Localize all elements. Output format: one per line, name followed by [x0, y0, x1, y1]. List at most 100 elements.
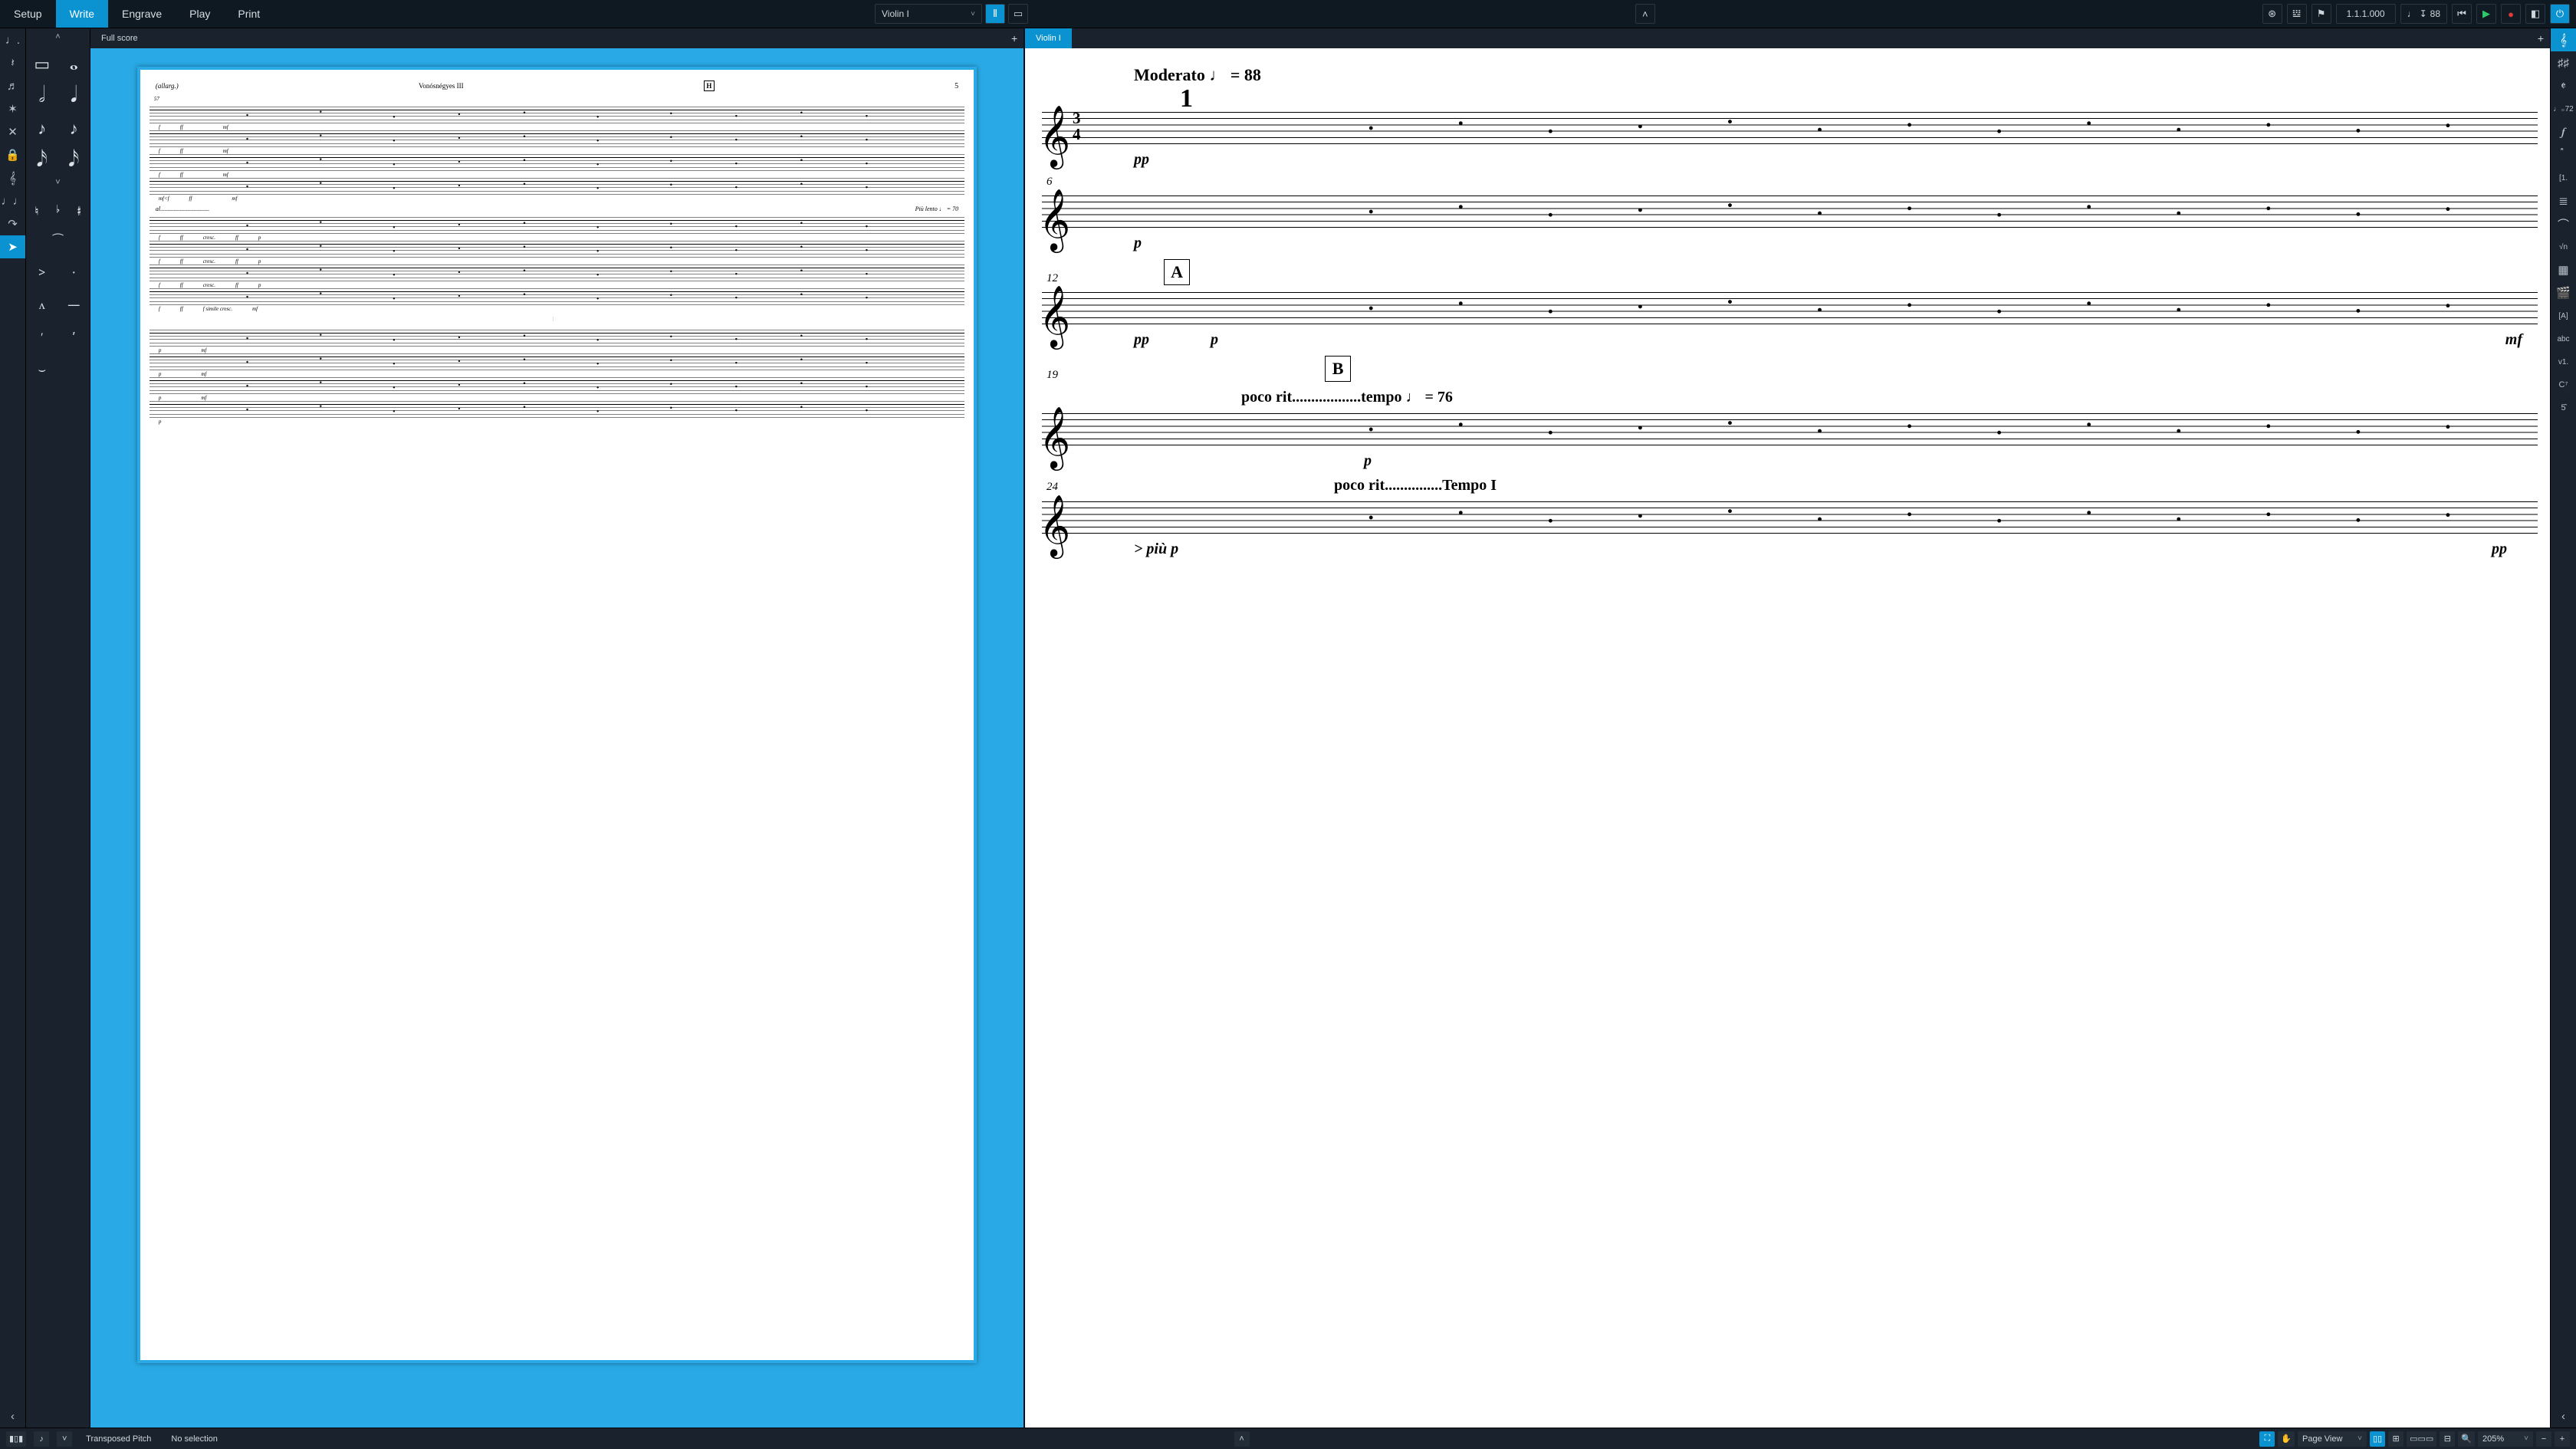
- play-button[interactable]: ▶: [2476, 4, 2496, 24]
- lyrics-panel-icon[interactable]: v1.: [2551, 350, 2576, 373]
- lower-panel-toggle[interactable]: ˄: [1234, 1431, 1250, 1447]
- grace-note-tool[interactable]: ♬: [0, 74, 25, 97]
- staff[interactable]: [150, 217, 964, 234]
- staff[interactable]: [150, 241, 964, 258]
- repeats-panel-icon[interactable]: [1.: [2551, 166, 2576, 189]
- part-page[interactable]: Moderato ♩ = 88 1 pp 6 p 12 A: [1025, 48, 2550, 1428]
- tab-single-button[interactable]: ▭: [1008, 4, 1028, 24]
- dur-quarter[interactable]: 𝅘𝅥: [58, 77, 90, 110]
- dur-64th[interactable]: 𝅘𝅥𝅯: [58, 142, 90, 174]
- tab-violin-1[interactable]: Violin I: [1025, 28, 1072, 48]
- dur-16th[interactable]: ♪: [58, 110, 90, 142]
- artic-staccatissimo[interactable]: ′: [26, 320, 58, 352]
- artic-blank[interactable]: [58, 352, 90, 384]
- staff[interactable]: [150, 130, 964, 147]
- staff[interactable]: [150, 353, 964, 370]
- power-button[interactable]: ⏻: [2550, 4, 2570, 24]
- insert-mode-icon[interactable]: ▮▯▮: [6, 1431, 26, 1447]
- panel-chevron-button[interactable]: ˄: [1635, 4, 1655, 24]
- rehearsal-panel-icon[interactable]: [A]: [2551, 304, 2576, 327]
- dur-breve[interactable]: ▭: [26, 45, 58, 77]
- lines-panel-icon[interactable]: ▦: [2551, 258, 2576, 281]
- staff[interactable]: [150, 377, 964, 394]
- video-icon[interactable]: ⊛: [2262, 4, 2282, 24]
- part-staff-1[interactable]: [1042, 112, 2538, 144]
- holds-panel-icon[interactable]: ⌒: [2551, 212, 2576, 235]
- hand-tool-icon[interactable]: ✋: [2278, 1431, 2295, 1447]
- dotted-note-tool[interactable]: ♩.: [0, 28, 25, 51]
- right-rail-collapse[interactable]: ‹: [2551, 1405, 2576, 1428]
- select-tool[interactable]: ➤: [0, 235, 25, 258]
- mode-setup[interactable]: Setup: [0, 0, 56, 28]
- acc-sharp[interactable]: ♯: [68, 191, 90, 223]
- playing-tech-panel-icon[interactable]: √n: [2551, 235, 2576, 258]
- dur-eighth[interactable]: ♪: [26, 110, 58, 142]
- page-vertical-icon[interactable]: ⊟: [2440, 1431, 2455, 1447]
- staff[interactable]: [150, 178, 964, 195]
- transport-flag-icon[interactable]: ⚑: [2312, 4, 2331, 24]
- rewind-button[interactable]: ⏮: [2452, 4, 2472, 24]
- marquee-tool-icon[interactable]: ⛶: [2259, 1431, 2275, 1447]
- part-staff-4[interactable]: [1042, 413, 2538, 445]
- page-gallery-icon[interactable]: ⊞: [2388, 1431, 2404, 1447]
- lock-tool[interactable]: 🔒: [0, 143, 25, 166]
- dynamics-panel-icon[interactable]: 𝆑: [2551, 120, 2576, 143]
- ornaments-panel-icon[interactable]: 𝆪: [2551, 143, 2576, 166]
- rest-tool[interactable]: 𝄽: [0, 51, 25, 74]
- mode-write[interactable]: Write: [56, 0, 108, 28]
- tempo-panel-icon[interactable]: ♩₌72: [2551, 97, 2576, 120]
- staff[interactable]: [150, 154, 964, 171]
- acc-natural[interactable]: ♮: [26, 191, 48, 223]
- beam-tool[interactable]: ♩♩: [0, 189, 25, 212]
- scissors-tool[interactable]: ✕: [0, 120, 25, 143]
- part-staff-3[interactable]: [1042, 292, 2538, 324]
- voice-note-icon[interactable]: ♪: [34, 1431, 49, 1447]
- artic-fermata-like[interactable]: ⌣: [26, 352, 58, 384]
- clef-tool[interactable]: 𝄞: [0, 166, 25, 189]
- dur-whole[interactable]: 𝅝: [58, 45, 90, 77]
- staff[interactable]: [150, 288, 964, 305]
- zoom-search-icon[interactable]: 🔍: [2458, 1431, 2475, 1447]
- artic-wedge[interactable]: ’: [58, 320, 90, 352]
- artic-tenuto[interactable]: —: [58, 288, 90, 320]
- part-staff-2[interactable]: [1042, 196, 2538, 228]
- key-sig-panel-icon[interactable]: ♯♯: [2551, 51, 2576, 74]
- full-score-page[interactable]: (allarg.) Vonósnégyes III H 5 57 fffmf f…: [137, 67, 977, 1363]
- chords-panel-icon[interactable]: C⁷: [2551, 373, 2576, 396]
- cues-panel-icon[interactable]: 🎬: [2551, 281, 2576, 304]
- zoom-dropdown[interactable]: 205% ˅: [2478, 1431, 2533, 1447]
- click-button[interactable]: ◧: [2525, 4, 2545, 24]
- tuplet-tool[interactable]: ✶: [0, 97, 25, 120]
- np-scroll-up[interactable]: ˄: [26, 28, 90, 45]
- staff[interactable]: [150, 264, 964, 281]
- position-readout[interactable]: 1.1.1.000: [2336, 4, 2396, 24]
- page-strip-icon[interactable]: ▭▭▭: [2407, 1431, 2436, 1447]
- dur-32nd[interactable]: 𝅘𝅥𝅯: [26, 142, 58, 174]
- zoom-in-button[interactable]: +: [2555, 1431, 2570, 1447]
- mixer-icon[interactable]: 𝍑: [2287, 4, 2307, 24]
- page-spread-icon[interactable]: ▯▯: [2370, 1431, 2385, 1447]
- tab-full-score[interactable]: Full score: [90, 28, 149, 48]
- part-viewport[interactable]: Moderato ♩ = 88 1 pp 6 p 12 A: [1025, 48, 2550, 1428]
- view-mode-dropdown[interactable]: Page View ˅: [2298, 1431, 2367, 1447]
- staff[interactable]: [150, 107, 964, 123]
- voice-chevron[interactable]: ˅: [57, 1431, 72, 1447]
- np-scroll-down[interactable]: ˅: [26, 174, 90, 191]
- fingering-panel-icon[interactable]: 5̂: [2551, 396, 2576, 419]
- mode-print[interactable]: Print: [224, 0, 274, 28]
- acc-flat[interactable]: ♭: [48, 191, 69, 223]
- dur-half[interactable]: 𝅗𝅥: [26, 77, 58, 110]
- staff[interactable]: [150, 401, 964, 418]
- tie-tool[interactable]: ↷: [0, 212, 25, 235]
- artic-accent[interactable]: >: [26, 255, 58, 288]
- staff[interactable]: [150, 330, 964, 347]
- record-button[interactable]: ●: [2501, 4, 2521, 24]
- pitch-mode-label[interactable]: Transposed Pitch: [80, 1431, 157, 1447]
- tab-counterpart-button[interactable]: ⫴: [985, 4, 1005, 24]
- tempo-readout[interactable]: ♩ ↧ 88: [2400, 4, 2447, 24]
- artic-staccato[interactable]: ·: [58, 255, 90, 288]
- time-sig-panel-icon[interactable]: 𝄵: [2551, 74, 2576, 97]
- part-staff-5[interactable]: [1042, 501, 2538, 534]
- text-panel-icon[interactable]: abc: [2551, 327, 2576, 350]
- mode-play[interactable]: Play: [176, 0, 224, 28]
